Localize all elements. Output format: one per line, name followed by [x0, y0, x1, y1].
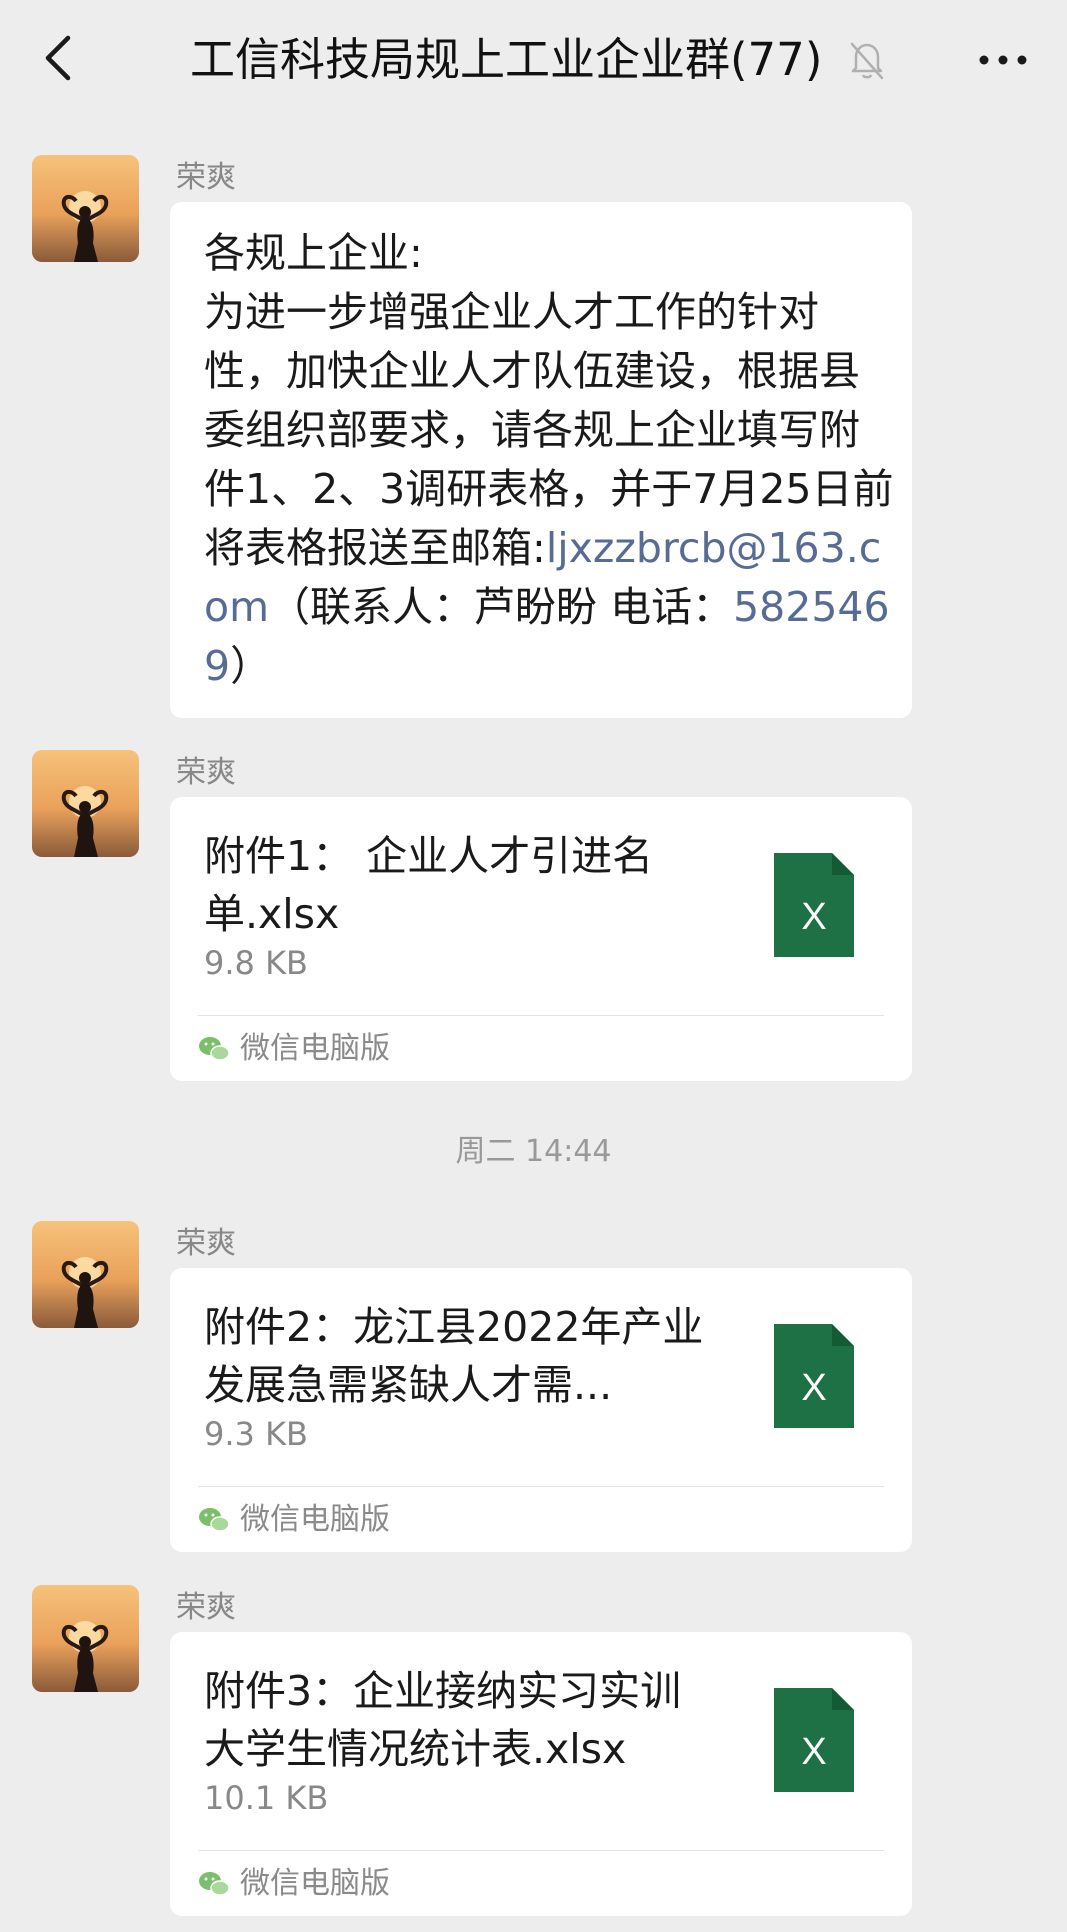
divider [198, 1015, 884, 1016]
svg-text:X: X [801, 1731, 826, 1773]
more-icon [979, 55, 1027, 65]
avatar[interactable] [32, 155, 139, 262]
file-name: 附件3：企业接纳实习实训大学生情况统计表.xlsx [204, 1667, 682, 1773]
divider [198, 1850, 884, 1851]
file-size: 9.8 KB [204, 944, 308, 982]
file-card[interactable]: 附件2：龙江县2022年产业发展急需紧缺人才需... 9.3 KB X 微信电脑… [170, 1268, 912, 1552]
message-bubble[interactable]: 各规上企业: 为进一步增强企业人才工作的针对性，加快企业人才队伍建设，根据县委组… [170, 202, 912, 718]
file-card[interactable]: 附件3：企业接纳实习实训大学生情况统计表.xlsx 10.1 KB X 微信电脑… [170, 1632, 912, 1916]
wechat-icon [199, 1037, 230, 1061]
svg-text:X: X [801, 896, 826, 938]
chat-header: 工信科技局规上工业企业群(77) [0, 0, 1067, 118]
file-size: 9.3 KB [204, 1415, 308, 1453]
sender-name: 荣爽 [176, 1590, 236, 1625]
file-size: 10.1 KB [204, 1779, 329, 1817]
file-name: 附件1： 企业人才引进名单.xlsx [204, 832, 654, 938]
sender-name: 荣爽 [176, 160, 236, 195]
sender-name: 荣爽 [176, 755, 236, 790]
avatar[interactable] [32, 750, 139, 857]
wechat-icon [199, 1872, 230, 1896]
file-card[interactable]: 附件1： 企业人才引进名单.xlsx 9.8 KB X 微信电脑版 [170, 797, 912, 1081]
svg-text:X: X [801, 1367, 826, 1409]
divider [198, 1486, 884, 1487]
back-button[interactable] [30, 28, 90, 88]
timestamp: 周二 14:44 [455, 1134, 612, 1169]
avatar[interactable] [32, 1221, 139, 1328]
chevron-left-icon [45, 35, 71, 81]
excel-file-icon: X [774, 1688, 854, 1792]
avatar[interactable] [32, 1585, 139, 1692]
bell-off-icon [846, 38, 888, 82]
excel-file-icon: X [774, 853, 854, 957]
file-name: 附件2：龙江县2022年产业发展急需紧缺人才需... [204, 1303, 704, 1409]
wechat-icon [199, 1508, 230, 1532]
excel-file-icon: X [774, 1324, 854, 1428]
sender-name: 荣爽 [176, 1226, 236, 1261]
chat-title: 工信科技局规上工业企业群(77) [190, 33, 823, 86]
message-text: 各规上企业: 为进一步增强企业人才工作的针对性，加快企业人才队伍建设，根据县委组… [204, 229, 894, 690]
more-button[interactable] [970, 38, 1040, 82]
